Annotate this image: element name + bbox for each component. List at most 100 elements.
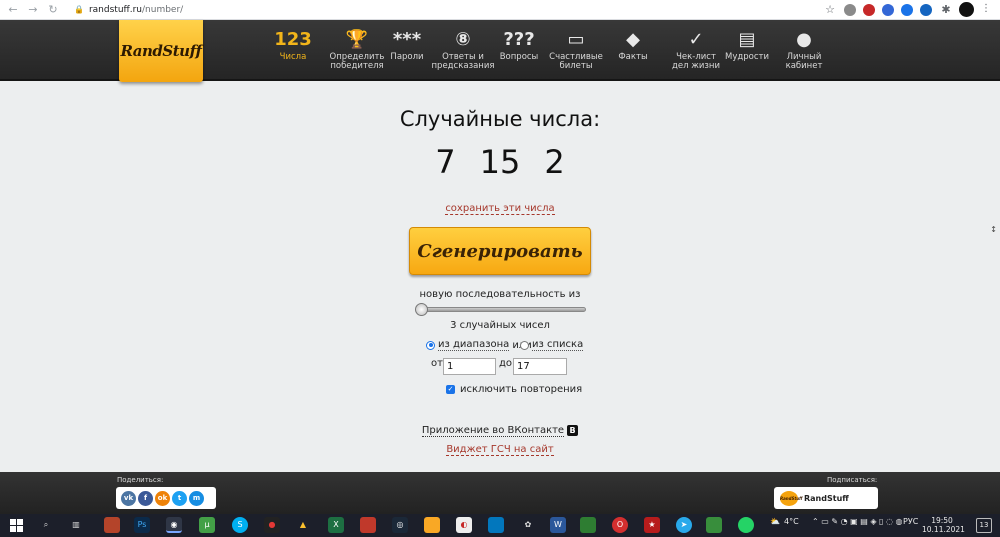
checkbox-checked-icon: ✓ [446,385,455,394]
count-slider-handle[interactable] [415,303,428,316]
app-icon[interactable]: ▲ [295,517,311,533]
back-icon[interactable]: ← [6,3,20,17]
vk-app-label: Приложение во ВКонтакте [421,425,565,437]
photoshop-icon[interactable]: Ps [134,517,150,533]
logo-text: RandStuff [120,42,203,60]
subscribe-label: Подписаться: [827,476,878,484]
folder-icon[interactable] [424,517,440,533]
weather-temp[interactable]: 4°C [784,517,799,526]
extension-icon[interactable] [844,4,856,16]
forward-icon[interactable]: → [26,3,40,17]
subscribe-name: RandStuff [804,493,849,503]
app-icon[interactable] [488,517,504,533]
nav-item[interactable]: ◆ Факты [597,20,669,81]
nav-item[interactable]: 123 Числа [257,20,329,81]
app-icon[interactable] [104,517,120,533]
whatsapp-icon[interactable] [738,517,754,533]
widget-link[interactable]: Виджет ГСЧ на сайт [446,444,554,456]
save-numbers-link[interactable]: сохранить эти числа [445,203,555,215]
save-numbers-wrap: сохранить эти числа [350,196,650,215]
vk-app-link[interactable]: Приложение во ВКонтакте В [350,425,650,437]
share-button[interactable]: t [172,490,187,506]
share-buttons: vk f ok t m [116,487,216,509]
clock-time: 19:50 [931,516,953,525]
result-number: 2 [544,143,565,181]
excel-icon[interactable]: X [328,517,344,533]
language-indicator[interactable]: РУС [903,517,918,526]
menu-icon[interactable]: ⋮ [981,3,991,14]
radio-checked-icon [426,340,435,350]
extension-icon[interactable] [920,4,932,16]
app-icon[interactable] [706,517,722,533]
opera-icon[interactable]: O [612,517,628,533]
page-title: Случайные числа: [399,107,601,131]
extension-icon[interactable] [863,4,875,16]
extension-icons: ☆ ✱ [823,3,974,17]
star-icon[interactable]: ☆ [823,3,837,17]
to-input[interactable]: 17 [513,358,567,375]
nav-item[interactable]: ● Личный кабинет [768,20,840,81]
task-view-icon[interactable]: ▥ [68,517,84,533]
screen: ← → ↻ 🔒 randstuff.ru/number/ ☆ ✱ ⋮ RandS… [0,0,1000,537]
mode-list-radio[interactable]: из списка [520,339,584,351]
result-number: 15 [479,143,521,181]
share-button[interactable]: f [138,490,153,506]
chrome-icon[interactable]: ◉ [166,517,182,533]
result-numbers: 7 15 2 [350,143,650,181]
skype-icon[interactable]: S [232,517,248,533]
reload-icon[interactable]: ↻ [46,3,60,17]
notifications-badge[interactable]: 13 [976,518,992,533]
mode-range-label: из диапазона [438,339,510,351]
nav-item-label: Числа [279,52,307,62]
windows-start-icon[interactable] [10,519,23,532]
exclude-repeats-checkbox[interactable]: ✓ исключить повторения [446,384,582,395]
extension-icon[interactable] [882,4,894,16]
site-logo[interactable]: RandStuff [119,20,203,82]
count-slider[interactable] [416,307,586,312]
app-icon[interactable]: ✿ [520,517,536,533]
result-number: 7 [435,143,456,181]
extension-icon[interactable] [901,4,913,16]
nav-item-label: кабинет [785,61,823,71]
steam-icon[interactable]: ◎ [392,517,408,533]
clock-date: 10.11.2021 [922,525,965,534]
profile-avatar[interactable] [959,2,974,17]
address-bar[interactable]: 🔒 randstuff.ru/number/ [74,5,183,15]
generate-button[interactable]: Сгенерировать [409,227,591,275]
windows-taskbar: ⌕ ▥ Ps ◉ µ S ● ▲ X ◎ ◐ ✿ W O ★ ➤ ⛅ 4°C ⌃… [0,514,1000,537]
record-icon[interactable]: ● [264,517,280,533]
share-label: Поделиться: [117,476,164,484]
browser-toolbar: ← → ↻ 🔒 randstuff.ru/number/ ☆ ✱ ⋮ [0,0,1000,20]
clock[interactable]: 19:50 10.11.2021 [922,516,965,534]
utorrent-icon[interactable]: µ [199,517,215,533]
count-label: 3 случайных чисел [450,320,550,331]
from-label: от [431,358,443,369]
telegram-icon[interactable]: ➤ [676,517,692,533]
mode-list-label: из списка [532,339,584,351]
nav-item-label: Факты [618,52,648,62]
weather-icon[interactable]: ⛅ [770,517,780,526]
radio-unchecked-icon [520,340,529,350]
puzzle-icon[interactable]: ✱ [939,3,953,17]
share-button[interactable]: ok [155,490,170,506]
lock-icon: 🔒 [74,5,84,14]
share-button[interactable]: m [189,490,204,506]
app-icon[interactable]: ★ [644,517,660,533]
subscribe-widget[interactable]: RandStuff RandStuff [774,487,878,509]
exclude-repeats-label: исключить повторения [460,384,583,395]
app-icon[interactable] [360,517,376,533]
app-icon[interactable] [580,517,596,533]
resize-icon: ↕ [990,225,997,234]
search-icon[interactable]: ⌕ [38,517,54,533]
share-button[interactable]: vk [121,490,136,506]
tray-icons[interactable]: ⌃ ▭ ✎ ◔ ▣ ▤ ◈ ▯ ◌ ◍ [812,517,902,526]
mode-range-radio[interactable]: из диапазона или [426,339,532,351]
url-domain: randstuff.ru [88,4,142,15]
widget-link-wrap: Виджет ГСЧ на сайт [350,437,650,456]
numbers-icon: 123 [274,29,312,50]
url-path: /number/ [142,4,184,15]
user-icon: ● [796,29,812,50]
word-icon[interactable]: W [550,517,566,533]
app-icon[interactable]: ◐ [456,517,472,533]
from-input[interactable]: 1 [443,358,496,375]
